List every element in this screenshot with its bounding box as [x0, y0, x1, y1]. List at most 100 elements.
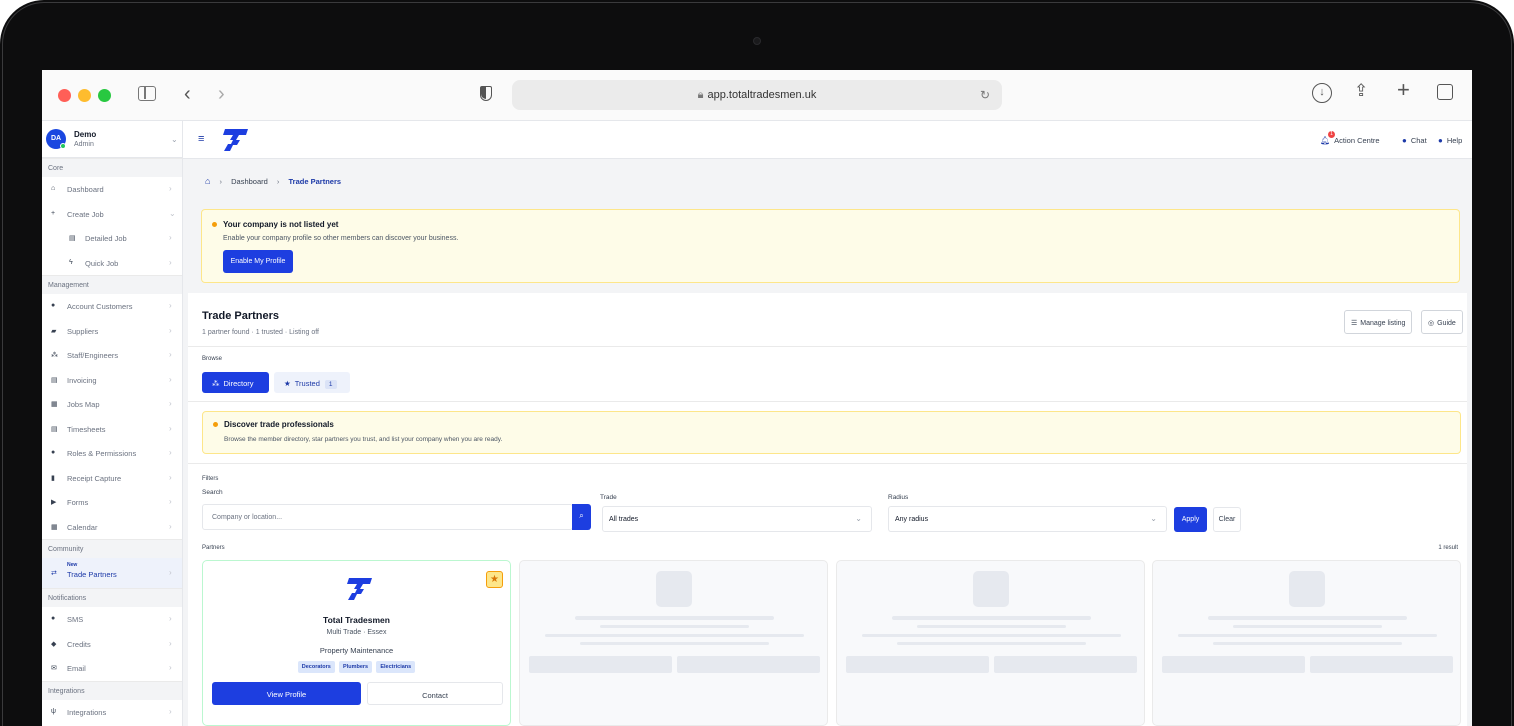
- chat-icon: ●: [1402, 136, 1407, 145]
- browse-label: Browse: [202, 356, 223, 362]
- tab-overview-icon[interactable]: [1437, 84, 1453, 100]
- sidebar-item-email[interactable]: ✉ Email ›: [42, 656, 182, 681]
- sidebar-item-label: Credits: [67, 639, 91, 649]
- sidebar-toggle-icon[interactable]: [138, 86, 156, 101]
- warning-dot-icon: [212, 222, 217, 227]
- sidebar-item-suppliers[interactable]: ▰ Suppliers ›: [42, 319, 182, 344]
- chevron-right-icon: ›: [169, 374, 172, 384]
- guide-button[interactable]: ◎ Guide: [1421, 310, 1463, 334]
- sidebar-item-jobs-map[interactable]: ▦ Jobs Map ›: [42, 392, 182, 417]
- hamburger-menu-icon[interactable]: ≡: [198, 133, 204, 145]
- tab-directory-label: Directory: [223, 379, 254, 388]
- contact-button[interactable]: Contact: [367, 682, 503, 705]
- page-subtitle: 1 partner found · 1 trusted · Listing of…: [202, 329, 319, 336]
- breadcrumb-dashboard[interactable]: Dashboard: [231, 177, 268, 186]
- sidebar-item-staff-engineers[interactable]: ⁂ Staff/Engineers ›: [42, 343, 182, 368]
- close-window-button[interactable]: [58, 89, 71, 102]
- sidebar-item-timesheets[interactable]: ▤ Timesheets ›: [42, 417, 182, 442]
- chevron-right-icon: ›: [169, 568, 172, 577]
- user-name: Demo: [74, 130, 97, 139]
- chevron-right-icon: ›: [169, 497, 172, 506]
- chevron-right-icon: ›: [169, 663, 172, 672]
- receipt-icon: ▮: [51, 474, 55, 482]
- sidebar-item-label: Detailed Job: [85, 234, 127, 243]
- apply-button[interactable]: Apply: [1174, 507, 1207, 532]
- search-input[interactable]: Company or location...: [202, 504, 573, 530]
- share-icon[interactable]: ⇪: [1354, 82, 1368, 100]
- user-menu[interactable]: DA Demo Admin ⌄: [42, 121, 182, 158]
- help-icon: ●: [1438, 136, 1443, 145]
- sidebar-item-integrations[interactable]: ψ Integrations ›: [42, 700, 182, 725]
- total-tradesmen-logo: [223, 129, 248, 151]
- sidebar-item-sms[interactable]: ● SMS ›: [42, 607, 182, 632]
- sidebar-item-receipt-capture[interactable]: ▮ Receipt Capture ›: [42, 466, 182, 491]
- star-toggle-icon[interactable]: ★: [486, 571, 503, 588]
- calendar-icon: ▦: [51, 523, 58, 531]
- search-button[interactable]: ⌕: [572, 504, 591, 530]
- sidebar-item-create-job[interactable]: + Create Job ⌄: [42, 202, 182, 227]
- clear-button[interactable]: Clear: [1213, 507, 1241, 532]
- results-count: 1 result: [1438, 545, 1458, 551]
- sidebar-item-label: Invoicing: [67, 375, 97, 385]
- action-centre-button[interactable]: 🔔︎ Action Centre: [1320, 136, 1380, 145]
- home-icon[interactable]: ⌂: [205, 176, 210, 186]
- radius-label: Radius: [888, 494, 909, 501]
- discover-text: Browse the member directory, star partne…: [224, 436, 503, 443]
- tab-trusted[interactable]: ★ Trusted 1: [274, 372, 350, 393]
- radius-select[interactable]: Any radius ⌄: [888, 506, 1167, 532]
- credits-icon: ◆: [51, 640, 57, 648]
- reload-icon[interactable]: ↻: [980, 88, 990, 102]
- sidebar-item-roles-permissions[interactable]: ● Roles & Permissions ›: [42, 441, 182, 466]
- minimize-window-button[interactable]: [78, 89, 91, 102]
- sidebar-item-detailed-job[interactable]: ▤ Detailed Job ›: [42, 226, 182, 251]
- trade-tag: Decorators: [297, 661, 335, 673]
- sidebar-item-invoicing[interactable]: ▤ Invoicing ›: [42, 368, 182, 393]
- user-role: Admin: [74, 141, 94, 148]
- manage-listing-button[interactable]: ☰ Manage listing: [1344, 310, 1413, 334]
- sidebar-item-forms[interactable]: ▶ Forms ›: [42, 490, 182, 515]
- timesheet-icon: ▤: [51, 425, 58, 433]
- divider: [188, 463, 1467, 464]
- screen: ‹ › 🔒︎ app.totaltradesmen.uk ↻ ↓ ⇪ + DA D…: [42, 70, 1472, 726]
- back-icon[interactable]: ‹: [184, 84, 191, 104]
- forward-icon[interactable]: ›: [218, 84, 225, 104]
- view-profile-button[interactable]: View Profile: [212, 682, 361, 705]
- truck-icon: ▰: [51, 327, 57, 335]
- sidebar-item-dashboard[interactable]: ⌂ Dashboard ›: [42, 177, 182, 202]
- downloads-icon[interactable]: ↓: [1312, 83, 1332, 103]
- browser-toolbar: ‹ › 🔒︎ app.totaltradesmen.uk ↻ ↓ ⇪ +: [42, 70, 1472, 121]
- trade-tag: Electricians: [376, 661, 416, 673]
- sidebar-item-label: Account Customers: [67, 302, 133, 311]
- help-button[interactable]: ● Help: [1438, 136, 1462, 145]
- partner-card: ★ Total Tradesmen Multi Trade · Essex Pr…: [202, 560, 511, 726]
- sidebar-item-calendar[interactable]: ▦ Calendar ›: [42, 515, 182, 540]
- enable-profile-button[interactable]: Enable My Profile: [223, 250, 293, 273]
- tab-directory[interactable]: ⁂ Directory: [202, 372, 269, 393]
- sidebar-item-account-customers[interactable]: ● Account Customers ›: [42, 294, 182, 319]
- sidebar-item-trade-partners[interactable]: ⇄ New Trade Partners ›: [42, 558, 182, 588]
- address-bar[interactable]: 🔒︎ app.totaltradesmen.uk ↻: [512, 80, 1002, 110]
- skeleton-card: [1152, 560, 1461, 726]
- handshake-icon: ⇄: [51, 570, 57, 577]
- sidebar-item-credits[interactable]: ◆ Credits ›: [42, 632, 182, 657]
- chevron-down-icon: ⌄: [855, 514, 862, 523]
- maximize-window-button[interactable]: [98, 89, 111, 102]
- page-title: Trade Partners: [202, 310, 280, 322]
- new-tab-icon[interactable]: +: [1397, 79, 1410, 101]
- chevron-right-icon: ›: [169, 521, 172, 531]
- partner-tags: Decorators Plumbers Electricians: [203, 661, 510, 673]
- chevron-right-icon: ›: [169, 614, 172, 623]
- sidebar-item-label: Email: [67, 664, 86, 673]
- sidebar-item-quick-job[interactable]: ϟ Quick Job ›: [42, 251, 182, 276]
- chevron-down-icon: ⌄: [1150, 514, 1157, 523]
- skeleton-card: [519, 560, 828, 726]
- chevron-right-icon: ›: [169, 448, 172, 457]
- compass-icon: ◎: [1428, 320, 1435, 327]
- privacy-shield-icon[interactable]: [480, 86, 492, 101]
- trade-select[interactable]: All trades ⌄: [602, 506, 872, 532]
- chat-button[interactable]: ● Chat: [1402, 136, 1427, 145]
- info-dot-icon: [213, 422, 218, 427]
- trade-select-value: All trades: [609, 516, 639, 523]
- alert-text: Enable your company profile so other mem…: [223, 235, 459, 242]
- chevron-right-icon: ›: [169, 184, 172, 193]
